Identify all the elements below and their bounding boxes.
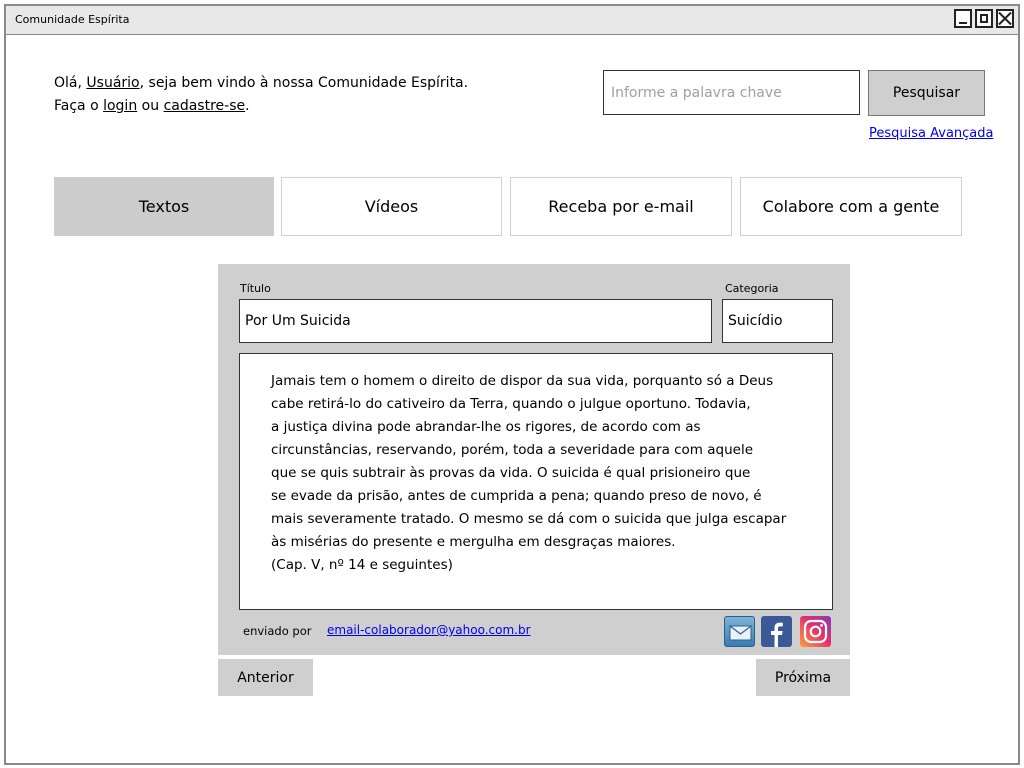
user-link[interactable]: Usuário bbox=[86, 75, 139, 91]
advanced-search-link[interactable]: Pesquisa Avançada bbox=[869, 126, 993, 141]
tab-videos[interactable]: Vídeos bbox=[281, 177, 502, 236]
close-button[interactable] bbox=[996, 9, 1014, 28]
facebook-icon[interactable] bbox=[761, 616, 792, 647]
tab-receba-por-email[interactable]: Receba por e-mail bbox=[510, 177, 732, 236]
mail-icon[interactable] bbox=[724, 616, 755, 647]
category-label: Categoria bbox=[725, 282, 779, 295]
login-link[interactable]: login bbox=[103, 98, 137, 114]
greeting-line-2: Faça o login ou cadastre-se. bbox=[54, 95, 468, 118]
article-panel: Título Por Um Suicida Categoria Suicídio… bbox=[218, 264, 850, 655]
title-label: Título bbox=[240, 282, 271, 295]
tab-colabore[interactable]: Colabore com a gente bbox=[740, 177, 962, 236]
maximize-button[interactable] bbox=[975, 9, 993, 28]
greeting-period: . bbox=[245, 98, 250, 114]
tab-textos[interactable]: Textos bbox=[54, 177, 274, 236]
greeting-welcome: , seja bem vindo à nossa Comunidade Espí… bbox=[139, 75, 469, 91]
instagram-icon[interactable] bbox=[800, 616, 831, 647]
greeting-or: ou bbox=[141, 98, 160, 114]
search-button[interactable]: Pesquisar bbox=[868, 70, 985, 116]
signup-link[interactable]: cadastre-se bbox=[164, 98, 246, 114]
category-field[interactable]: Suicídio bbox=[722, 299, 833, 343]
greeting-hello: Olá, bbox=[54, 75, 82, 91]
search-input[interactable] bbox=[603, 70, 860, 115]
minimize-button[interactable] bbox=[954, 9, 972, 28]
greeting-line-1: Olá, Usuário, seja bem vindo à nossa Com… bbox=[54, 72, 468, 95]
title-bar: Comunidade Espírita bbox=[6, 6, 1018, 35]
sent-by-label: enviado por bbox=[243, 624, 312, 638]
greeting-login-prefix: Faça o bbox=[54, 98, 99, 114]
title-field[interactable]: Por Um Suicida bbox=[239, 299, 712, 343]
article-body[interactable]: Jamais tem o homem o direito de dispor d… bbox=[239, 353, 833, 610]
greeting-text: Olá, Usuário, seja bem vindo à nossa Com… bbox=[54, 72, 468, 118]
title-value: Por Um Suicida bbox=[245, 313, 351, 329]
category-value: Suicídio bbox=[728, 313, 783, 329]
next-button[interactable]: Próxima bbox=[756, 659, 850, 696]
window-controls bbox=[954, 9, 1014, 28]
main-tabs: Textos Vídeos Receba por e-mail Colabore… bbox=[54, 177, 962, 236]
sender-email-link[interactable]: email-colaborador@yahoo.com.br bbox=[327, 623, 531, 637]
window-title: Comunidade Espírita bbox=[15, 13, 130, 26]
previous-button[interactable]: Anterior bbox=[218, 659, 313, 696]
